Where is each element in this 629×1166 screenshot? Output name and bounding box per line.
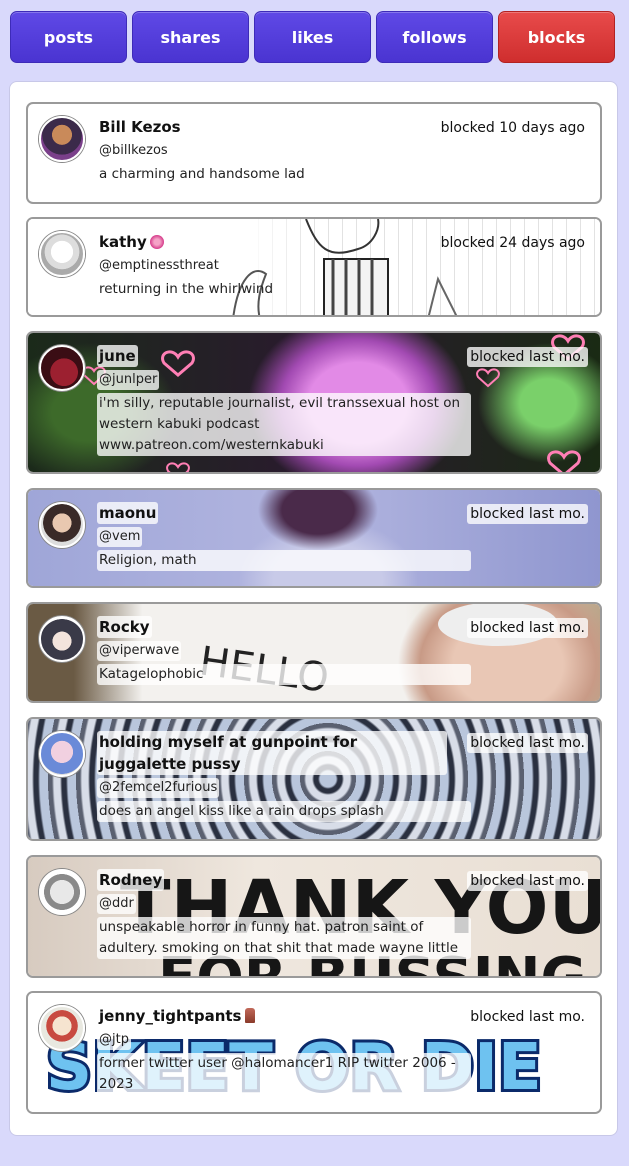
- blocked-time: blocked last mo.: [467, 618, 588, 638]
- blocked-time: blocked last mo.: [467, 1007, 588, 1027]
- user-handle: @viperwave: [97, 641, 182, 661]
- blocked-user-card[interactable]: THANK YOU FOR BUSSING Rodney @ddr unspea…: [26, 855, 602, 978]
- blocked-user-card[interactable]: kathy @emptinessthreat returning in the …: [26, 217, 602, 317]
- avatar[interactable]: [39, 1005, 85, 1051]
- user-handle: @2femcel2furious: [97, 778, 220, 798]
- blocked-user-card[interactable]: SKEET OR DIE jenny_tightpants @jtp forme…: [26, 991, 602, 1114]
- emoji-icon: [244, 1008, 255, 1023]
- blocked-time: blocked last mo.: [467, 347, 588, 367]
- avatar[interactable]: [39, 869, 85, 915]
- avatar[interactable]: [39, 345, 85, 391]
- user-display-name[interactable]: Rocky: [97, 616, 152, 638]
- user-bio: unspeakable horror in funny hat. patron …: [97, 917, 471, 959]
- user-display-name-text: kathy: [99, 233, 147, 251]
- avatar[interactable]: [39, 231, 85, 277]
- blocked-time: blocked last mo.: [467, 504, 588, 524]
- user-handle: @junlper: [97, 370, 160, 390]
- blocked-user-card[interactable]: Bill Kezos @billkezos a charming and han…: [26, 102, 602, 204]
- blocks-list: Bill Kezos @billkezos a charming and han…: [9, 81, 618, 1136]
- user-bio: Katagelophobic: [97, 664, 471, 685]
- emoji-icon: [149, 235, 164, 249]
- user-bio: former twitter user @halomancer1 RIP twi…: [97, 1053, 471, 1095]
- blocked-user-card[interactable]: HELLO Rocky @viperwave Katagelophobic bl…: [26, 602, 602, 703]
- user-handle: @emptinessthreat: [99, 258, 219, 273]
- avatar[interactable]: [39, 731, 85, 777]
- blocked-user-card[interactable]: maonu @vem Religion, math blocked last m…: [26, 488, 602, 588]
- user-display-name-text: jenny_tightpants: [99, 1007, 242, 1025]
- avatar[interactable]: [39, 116, 85, 162]
- user-display-name[interactable]: kathy: [97, 231, 166, 253]
- blocked-user-card[interactable]: june @junlper i'm silly, reputable journ…: [26, 331, 602, 474]
- user-handle: @ddr: [97, 894, 136, 914]
- user-display-name[interactable]: Bill Kezos: [97, 116, 183, 138]
- user-bio: returning in the whirlwind: [99, 281, 274, 297]
- blocked-time: blocked last mo.: [467, 871, 588, 891]
- user-display-name[interactable]: Rodney: [97, 869, 165, 891]
- user-display-name[interactable]: june: [97, 345, 138, 367]
- user-bio: a charming and handsome lad: [99, 166, 305, 182]
- user-bio: i'm silly, reputable journalist, evil tr…: [97, 393, 471, 456]
- blocked-user-card[interactable]: holding myself at gunpoint for juggalett…: [26, 717, 602, 841]
- user-display-name[interactable]: holding myself at gunpoint for juggalett…: [97, 731, 447, 775]
- user-bio: does an angel kiss like a rain drops spl…: [97, 801, 471, 822]
- blocked-time: blocked 10 days ago: [440, 120, 585, 136]
- user-bio: Religion, math: [97, 550, 471, 571]
- tab-likes[interactable]: likes: [254, 11, 371, 63]
- user-display-name[interactable]: jenny_tightpants: [97, 1005, 257, 1027]
- tab-follows[interactable]: follows: [376, 11, 493, 63]
- avatar[interactable]: [39, 616, 85, 662]
- user-handle: @vem: [97, 527, 143, 547]
- tab-bar: posts shares likes follows blocks: [10, 11, 615, 63]
- user-handle: @billkezos: [99, 143, 168, 158]
- tab-shares[interactable]: shares: [132, 11, 249, 63]
- user-display-name[interactable]: maonu: [97, 502, 159, 524]
- tab-blocks[interactable]: blocks: [498, 11, 615, 63]
- blocked-time: blocked 24 days ago: [440, 235, 585, 251]
- user-handle: @jtp: [97, 1030, 131, 1050]
- tab-posts[interactable]: posts: [10, 11, 127, 63]
- blocked-time: blocked last mo.: [467, 733, 588, 753]
- avatar[interactable]: [39, 502, 85, 548]
